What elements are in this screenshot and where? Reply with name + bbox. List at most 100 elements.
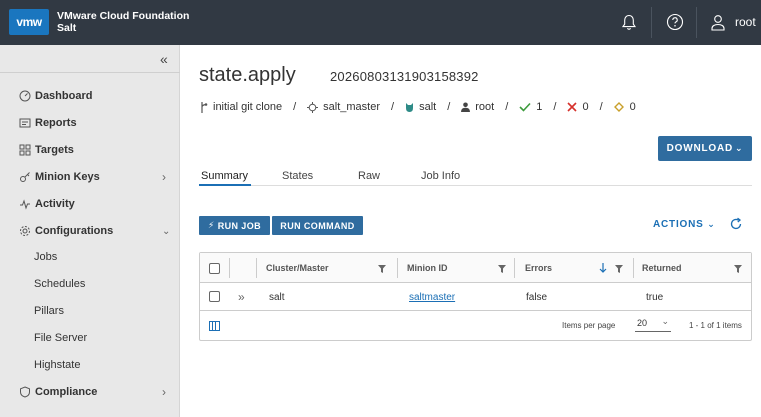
- tab-raw[interactable]: Raw: [358, 170, 380, 182]
- sidebar-item-configurations[interactable]: Configurations ⌄: [0, 220, 180, 242]
- select-all-checkbox[interactable]: [209, 263, 220, 274]
- column-separator: [229, 258, 230, 278]
- lightning-icon: ⚡: [207, 220, 215, 230]
- minion-icon: [405, 102, 414, 113]
- app-name: Salt: [57, 22, 77, 34]
- sidebar-subitem-file-server[interactable]: File Server: [34, 332, 87, 344]
- changed-diamond-icon: [613, 102, 624, 112]
- gear-icon: [19, 225, 31, 237]
- meta-separator: /: [391, 101, 395, 113]
- refresh-icon[interactable]: [729, 217, 743, 231]
- header-divider: [696, 7, 697, 38]
- bell-icon[interactable]: [619, 12, 639, 32]
- chevron-right-icon: ›: [162, 170, 166, 184]
- grid-header: Cluster/Master Minion ID Errors Returned: [200, 253, 751, 283]
- sidebar-item-label: Reports: [35, 117, 77, 129]
- sidebar-subitem-jobs[interactable]: Jobs: [34, 251, 57, 263]
- sidebar-subitem-schedules[interactable]: Schedules: [34, 278, 85, 290]
- download-label: DOWNLOAD: [666, 143, 734, 154]
- meta-separator: /: [293, 101, 297, 113]
- master-icon: [307, 101, 319, 113]
- commit-label: initial git clone: [213, 101, 283, 113]
- cell-errors: false: [526, 292, 548, 303]
- column-separator: [256, 258, 257, 278]
- run-command-label: RUN COMMAND: [280, 220, 355, 231]
- items-per-page-value: 20: [637, 318, 648, 328]
- filter-icon[interactable]: [615, 265, 623, 273]
- help-icon[interactable]: [665, 12, 685, 32]
- product-name: VMware Cloud Foundation: [57, 10, 190, 22]
- run-job-label: RUN JOB: [217, 220, 262, 231]
- failed-count: 0: [582, 101, 589, 113]
- job-id: 20260803131903158392: [330, 69, 479, 84]
- cell-returned: true: [646, 292, 664, 303]
- user-label: root: [475, 101, 495, 113]
- column-separator: [514, 258, 515, 278]
- sidebar-subitem-highstate[interactable]: Highstate: [34, 359, 80, 371]
- sidebar-item-label: Activity: [35, 198, 75, 210]
- filter-icon[interactable]: [378, 265, 386, 273]
- success-check-icon: [519, 102, 531, 112]
- user-icon[interactable]: [708, 12, 728, 32]
- column-header-errors[interactable]: Errors: [525, 263, 552, 273]
- succeeded-count: 1: [536, 101, 543, 113]
- items-per-page-select[interactable]: 20 ⌄: [635, 316, 671, 332]
- chevron-right-icon: ›: [162, 385, 166, 399]
- sidebar-item-label: Configurations: [35, 225, 114, 237]
- dashboard-icon: [19, 90, 31, 102]
- pagination-range: 1 - 1 of 1 items: [689, 321, 742, 330]
- activity-icon: [19, 198, 31, 210]
- run-job-button[interactable]: ⚡ RUN JOB: [199, 216, 270, 235]
- items-per-page-label: Items per page: [562, 321, 616, 330]
- minion-label: salt: [419, 101, 437, 113]
- tab-summary[interactable]: Summary: [201, 170, 248, 182]
- tab-job-info[interactable]: Job Info: [421, 170, 460, 182]
- sidebar-item-reports[interactable]: Reports: [0, 112, 180, 134]
- sidebar-item-activity[interactable]: Activity: [0, 193, 180, 215]
- sidebar-item-label: Minion Keys: [35, 171, 100, 183]
- column-header-cluster[interactable]: Cluster/Master: [266, 263, 329, 273]
- master-label: salt_master: [323, 101, 381, 113]
- actions-dropdown[interactable]: ACTIONS ⌄: [653, 219, 716, 230]
- sort-down-icon[interactable]: [599, 263, 607, 273]
- user-name[interactable]: root: [735, 15, 756, 29]
- sidebar-divider: [0, 72, 180, 73]
- cell-minion-link[interactable]: saltmaster: [409, 292, 455, 303]
- git-commit-icon: [199, 101, 208, 113]
- job-meta: initial git clone / salt_master / salt /…: [199, 100, 636, 114]
- page-title: state.apply: [199, 64, 296, 86]
- download-button[interactable]: DOWNLOAD ⌄: [658, 136, 752, 161]
- meta-separator: /: [599, 101, 603, 113]
- sidebar-item-compliance[interactable]: Compliance ›: [0, 381, 180, 403]
- sidebar: « Dashboard Reports Targets Minion Keys …: [0, 45, 180, 417]
- header-divider: [651, 7, 652, 38]
- sidebar-item-minion-keys[interactable]: Minion Keys ›: [0, 166, 180, 188]
- sidebar-item-targets[interactable]: Targets: [0, 139, 180, 161]
- user-small-icon: [461, 102, 471, 112]
- tab-states[interactable]: States: [282, 170, 313, 182]
- sidebar-item-dashboard[interactable]: Dashboard: [0, 85, 180, 107]
- filter-icon[interactable]: [498, 265, 506, 273]
- expand-row-icon[interactable]: »: [238, 290, 245, 304]
- meta-separator: /: [553, 101, 557, 113]
- error-x-icon: [567, 102, 578, 112]
- chevron-down-icon: ⌄: [707, 219, 716, 229]
- column-toggle-icon[interactable]: [209, 321, 220, 331]
- filter-icon[interactable]: [734, 265, 742, 273]
- tab-bar: Summary States Raw Job Info: [199, 168, 752, 186]
- column-header-minion[interactable]: Minion ID: [407, 263, 448, 273]
- sidebar-item-label: Compliance: [35, 386, 98, 398]
- meta-separator: /: [447, 101, 451, 113]
- column-header-returned[interactable]: Returned: [642, 263, 682, 273]
- cell-cluster: salt: [269, 292, 285, 303]
- chevron-down-icon: ⌄: [162, 225, 171, 237]
- sidebar-item-label: Dashboard: [35, 90, 93, 102]
- row-checkbox[interactable]: [209, 291, 220, 302]
- collapse-sidebar-icon[interactable]: «: [160, 51, 168, 67]
- reports-icon: [19, 117, 31, 129]
- shield-icon: [19, 386, 31, 398]
- brand: VMware Cloud Foundation Salt: [57, 10, 189, 34]
- table-row[interactable]: » salt saltmaster false true: [200, 284, 751, 311]
- sidebar-subitem-pillars[interactable]: Pillars: [34, 305, 64, 317]
- run-command-button[interactable]: RUN COMMAND: [272, 216, 363, 235]
